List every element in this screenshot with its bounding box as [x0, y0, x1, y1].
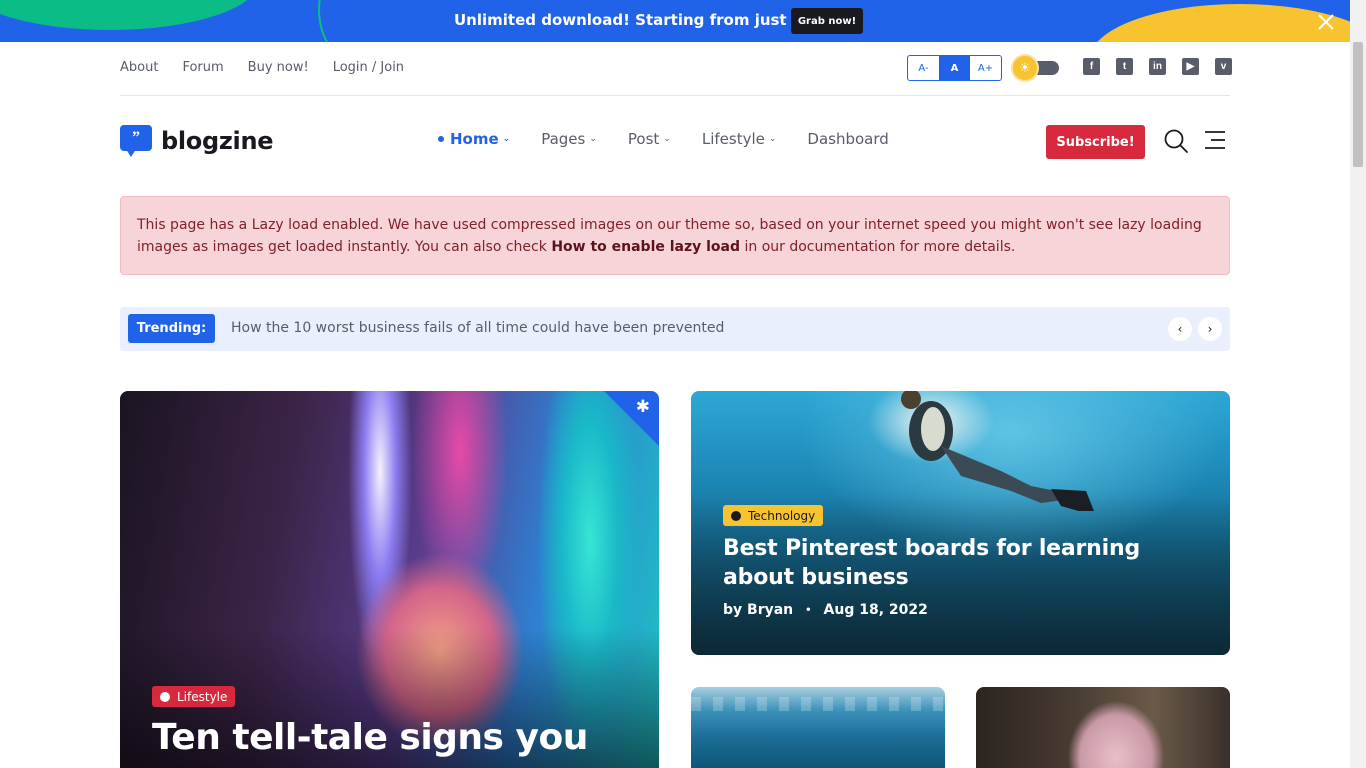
link-about[interactable]: About: [120, 60, 158, 75]
logo-icon: ”: [120, 125, 152, 157]
promo-decoration-yellow: [1090, 4, 1350, 42]
close-icon[interactable]: [1316, 12, 1336, 32]
alert-text-end: in our documentation for more details.: [740, 239, 1016, 255]
chevron-down-icon: ⌄: [768, 134, 777, 144]
link-forum[interactable]: Forum: [182, 60, 223, 75]
chevron-down-icon: ⌄: [663, 134, 671, 144]
nav-pages[interactable]: Pages ⌄: [541, 130, 597, 148]
featured-post-card[interactable]: ✱ Lifestyle Ten tell-tale signs you: [120, 391, 659, 768]
water-ripple: [691, 697, 945, 711]
lazy-load-alert: This page has a Lazy load enabled. We ha…: [120, 196, 1230, 275]
featured-post-title[interactable]: Ten tell-tale signs you: [152, 717, 588, 758]
vimeo-icon[interactable]: v: [1215, 58, 1232, 75]
nav-home-label: Home: [450, 130, 499, 148]
chevron-down-icon: ⌄: [589, 134, 597, 144]
twitter-icon[interactable]: t: [1116, 58, 1133, 75]
category-label: Technology: [748, 508, 816, 523]
badge-dot: [160, 691, 170, 702]
trending-headline[interactable]: How the 10 worst business fails of all t…: [231, 320, 724, 336]
social-links: f t in ▶ v: [1083, 58, 1232, 75]
youtube-icon[interactable]: ▶: [1182, 58, 1199, 75]
menu-icon[interactable]: [1203, 130, 1227, 150]
linkedin-icon[interactable]: in: [1149, 58, 1166, 75]
meta-separator: •: [805, 604, 812, 616]
font-decrease-button[interactable]: A-: [908, 56, 939, 80]
active-dot: [438, 136, 444, 142]
font-increase-button[interactable]: A+: [970, 56, 1001, 80]
post-card-portrait[interactable]: [976, 687, 1230, 768]
post-date: Aug 18, 2022: [823, 602, 928, 618]
trending-label: Trending:: [128, 314, 215, 343]
page-scrollbar[interactable]: [1350, 0, 1366, 768]
site-logo[interactable]: ” blogzine: [120, 125, 274, 157]
alert-link[interactable]: How to enable lazy load: [551, 239, 740, 255]
sun-icon: ☀: [1013, 56, 1037, 80]
facebook-icon[interactable]: f: [1083, 58, 1100, 75]
link-buy-now[interactable]: Buy now!: [248, 60, 309, 75]
trending-bar: Trending: How the 10 worst business fail…: [120, 307, 1230, 351]
theme-toggle[interactable]: ☀: [1013, 56, 1061, 80]
diver-image: [901, 391, 1094, 511]
search-icon[interactable]: [1163, 128, 1189, 154]
top-links: About Forum Buy now! Login / Join: [120, 60, 404, 75]
promo-bar: Unlimited download! Starting from just $…: [0, 0, 1350, 42]
category-badge[interactable]: Lifestyle: [152, 686, 236, 707]
nav-lifestyle-label: Lifestyle: [701, 130, 765, 148]
nav-dashboard[interactable]: Dashboard: [807, 130, 888, 148]
category-badge[interactable]: Technology: [723, 505, 824, 526]
font-normal-button[interactable]: A: [939, 56, 970, 80]
promo-decoration: [0, 0, 260, 30]
post-author[interactable]: by Bryan: [723, 602, 793, 618]
main-nav: Home ⌄ Pages ⌄ Post ⌄ Lifestyle ⌄ Dashbo…: [438, 130, 889, 148]
category-label: Lifestyle: [177, 689, 228, 704]
featured-corner: [604, 391, 659, 446]
post-card-underwater[interactable]: [691, 687, 945, 768]
scrollbar-thumb[interactable]: [1353, 42, 1363, 167]
post-meta: by Bryan • Aug 18, 2022: [723, 602, 928, 618]
tech-post-card[interactable]: Technology Best Pinterest boards for lea…: [691, 391, 1230, 655]
chevron-down-icon: ⌄: [502, 134, 511, 144]
tech-post-title[interactable]: Best Pinterest boards for learning about…: [723, 534, 1193, 592]
nav-lifestyle[interactable]: Lifestyle ⌄: [702, 130, 777, 148]
logo-name: blogzine: [161, 127, 274, 155]
nav-post-label: Post: [627, 130, 660, 148]
nav-dashboard-label: Dashboard: [807, 130, 889, 148]
chevron-right-icon[interactable]: ›: [1198, 317, 1222, 341]
badge-dot: [731, 510, 741, 521]
nav-pages-label: Pages: [541, 130, 586, 148]
nav-home[interactable]: Home ⌄: [438, 130, 510, 148]
nav-post[interactable]: Post ⌄: [628, 130, 671, 148]
chevron-left-icon[interactable]: ‹: [1168, 317, 1192, 341]
font-size-control: A- A A+: [907, 55, 1002, 81]
star-icon: ✱: [635, 397, 650, 417]
promo-text: Unlimited download! Starting from just $…: [454, 11, 845, 29]
subscribe-button[interactable]: Subscribe!: [1046, 125, 1145, 159]
link-login-join[interactable]: Login / Join: [333, 60, 404, 75]
header-divider: [120, 95, 1230, 96]
grab-now-button[interactable]: Grab now!: [791, 8, 863, 34]
